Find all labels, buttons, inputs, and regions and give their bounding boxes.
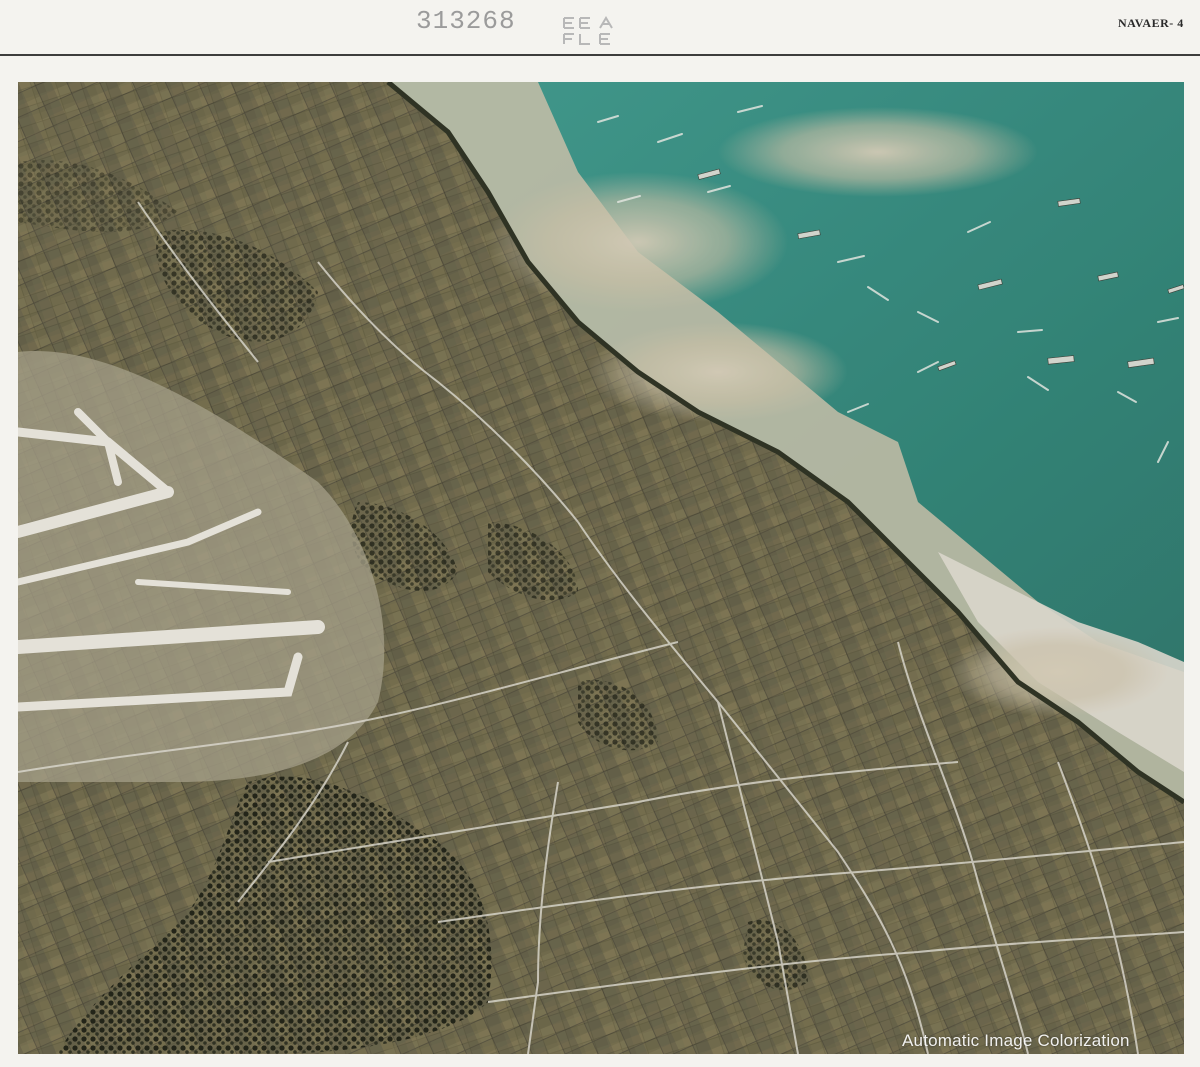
colorization-watermark: Automatic Image Colorization <box>902 1031 1130 1050</box>
serial-number: 313268 <box>416 6 516 36</box>
stamp-mark <box>563 16 613 45</box>
document-code: NAVAER- 4 <box>1118 16 1184 30</box>
aerial-photograph <box>18 82 1184 1054</box>
header-divider <box>0 54 1200 56</box>
scanned-page: 313268 NAVAER- 4 Automatic Image Coloriz… <box>0 0 1200 1067</box>
